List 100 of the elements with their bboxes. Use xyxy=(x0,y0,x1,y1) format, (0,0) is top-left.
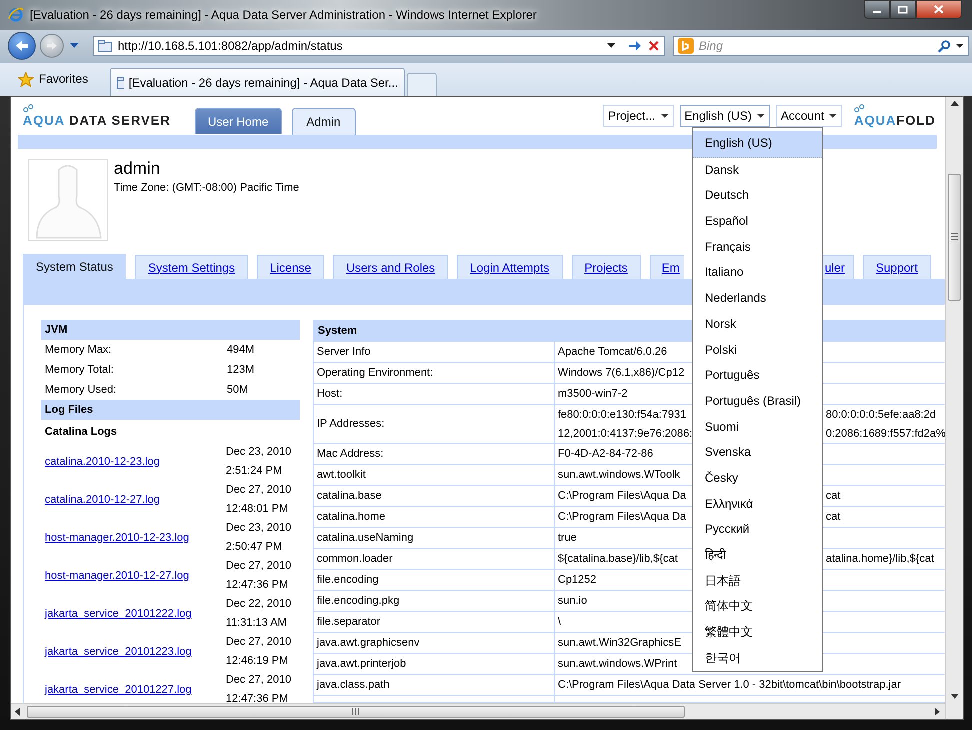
menu-select[interactable]: English (US) xyxy=(680,105,770,127)
log-file-link[interactable]: jakarta_service_20101223.log xyxy=(45,646,226,658)
language-option[interactable]: English (US) xyxy=(693,131,822,158)
search-field[interactable]: Bing xyxy=(699,38,933,54)
page-icon xyxy=(98,40,112,52)
scroll-thumb[interactable] xyxy=(948,174,961,301)
caret-icon[interactable] xyxy=(607,43,616,49)
log-date: Dec 22, 2010 xyxy=(226,597,292,612)
section-tab[interactable]: Projects xyxy=(572,255,641,279)
language-option[interactable]: Svenska xyxy=(693,440,822,466)
table-cell: m3500-win7-2 xyxy=(558,388,628,400)
table-cell: F0-4D-A2-84-72-86 xyxy=(558,448,654,460)
go-arrow-icon[interactable] xyxy=(628,40,642,52)
table-cell: C:\Program Files\Aqua Data Server 1.0 - 32bit\tomcat\bin\bootstrap.jar xyxy=(558,679,901,691)
up-arrow-icon[interactable] xyxy=(950,101,958,107)
menu-select[interactable]: Project... xyxy=(603,105,674,127)
search-box[interactable]: Bing xyxy=(673,36,969,56)
table-cell: java.class.path xyxy=(314,675,555,695)
section-tab[interactable]: System Settings xyxy=(135,255,248,279)
forward-button[interactable] xyxy=(40,34,64,58)
log-file-link[interactable]: host-manager.2010-12-27.log xyxy=(45,570,226,582)
language-option[interactable]: 日本語 xyxy=(693,568,822,594)
table-cell: awt.toolkit xyxy=(314,465,555,485)
language-option[interactable]: Português (Brasil) xyxy=(693,388,822,415)
table-cell: Mac Address: xyxy=(314,444,555,464)
minimize-button[interactable] xyxy=(864,0,890,19)
nav-tab[interactable]: Admin xyxy=(292,108,356,135)
vertical-scrollbar[interactable] xyxy=(945,97,963,719)
nav-tab[interactable]: User Home xyxy=(194,108,282,134)
log-file-link[interactable]: catalina.2010-12-27.log xyxy=(45,494,226,506)
language-option[interactable]: Português xyxy=(693,363,822,389)
table-cell: cat xyxy=(826,490,841,502)
stop-icon[interactable] xyxy=(648,40,660,52)
table-cell: file.encoding xyxy=(314,570,555,590)
log-file-link[interactable]: jakarta_service_20101222.log xyxy=(45,608,226,620)
language-option[interactable]: 简体中文 xyxy=(693,594,822,620)
log-time: 12:47:36 PM xyxy=(226,578,290,593)
table-cell: catalina.useNaming xyxy=(314,528,555,548)
favorites-button[interactable]: Favorites xyxy=(10,65,96,93)
horizontal-scrollbar[interactable] xyxy=(11,703,945,719)
section-tab[interactable]: Users and Roles xyxy=(333,255,448,279)
left-arrow-icon[interactable] xyxy=(15,708,21,716)
maximize-button[interactable] xyxy=(890,0,916,19)
language-option[interactable]: Deutsch xyxy=(693,183,822,210)
field-label: Memory Total: xyxy=(45,364,115,376)
log-date: Dec 27, 2010 xyxy=(226,483,292,498)
language-option[interactable]: Nederlands xyxy=(693,286,822,312)
log-time: 11:31:13 AM xyxy=(226,616,288,631)
log-date: Dec 23, 2010 xyxy=(226,521,292,536)
close-button[interactable] xyxy=(916,0,962,19)
language-option[interactable]: Русский xyxy=(693,517,822,543)
table-cell: catalina.base xyxy=(314,486,555,506)
language-option[interactable]: Dansk xyxy=(693,158,822,184)
field-value: 50M xyxy=(227,384,248,396)
log-file-link[interactable]: catalina.2010-12-23.log xyxy=(45,456,226,468)
language-option[interactable]: Česky xyxy=(693,466,822,492)
log-time: 12:47:36 PM xyxy=(226,692,290,704)
table-cell: 80:0:0:0:0:5efe:aa8:2d xyxy=(826,408,936,420)
table-cell: sun.awt.windows.WPrint xyxy=(558,658,678,670)
table-cell: sun.awt.windows.WToolk xyxy=(558,469,680,481)
log-file-link[interactable]: jakarta_service_20101227.log xyxy=(45,684,226,696)
field-value: 123M xyxy=(227,364,255,376)
log-date: Dec 27, 2010 xyxy=(226,635,292,650)
caret-icon xyxy=(829,114,838,118)
language-option[interactable]: Ελληνικά xyxy=(693,492,822,518)
scroll-thumb[interactable] xyxy=(27,706,685,718)
language-option[interactable]: Español xyxy=(693,209,822,235)
search-icon[interactable] xyxy=(938,40,951,52)
table-cell: atalina.home}/lib,${cat xyxy=(826,553,934,565)
language-option[interactable]: 한국어 xyxy=(693,646,822,672)
right-arrow-icon[interactable] xyxy=(935,708,941,716)
table-cell: Host: xyxy=(314,384,555,404)
log-date: Dec 27, 2010 xyxy=(226,673,292,688)
table-cell-text: C:\Program Files\Aqua Da xyxy=(558,511,688,523)
caret-icon[interactable] xyxy=(956,44,964,48)
table-cell: java.awt.graphicsenv xyxy=(314,633,555,653)
log-time: 12:46:19 PM xyxy=(226,654,290,669)
table-cell-text: C:\Program Files\Aqua Da xyxy=(558,490,688,502)
time-zone-text: Time Zone: (GMT:-08:00) Pacific Time xyxy=(114,182,300,194)
table-cell: IP Addresses: xyxy=(314,405,555,443)
grip-icon xyxy=(951,233,958,242)
section-tab[interactable]: Login Attempts xyxy=(457,255,563,279)
section-tab[interactable]: Em xyxy=(650,255,684,279)
language-option[interactable]: 繁體中文 xyxy=(693,620,822,646)
log-file-link[interactable]: host-manager.2010-12-23.log xyxy=(45,532,226,544)
back-arrow-icon xyxy=(15,40,29,52)
section-tab[interactable]: Support xyxy=(862,255,931,279)
down-arrow-icon[interactable] xyxy=(950,694,958,700)
log-group-label: Catalina Logs xyxy=(44,425,118,440)
language-option[interactable]: Suomi xyxy=(693,414,822,440)
table-cell: common.loader xyxy=(314,549,555,569)
menu-select[interactable]: Account xyxy=(776,105,842,127)
section-tab[interactable]: System Status xyxy=(23,254,126,279)
address-field[interactable]: http://10.168.5.101:8082/app/admin/status xyxy=(93,36,665,56)
language-option[interactable]: हिन्दी xyxy=(693,543,822,569)
browser-logo-icon xyxy=(8,7,24,23)
section-tab[interactable]: License xyxy=(257,255,324,279)
browser-tab[interactable]: [Evaluation - 26 days remaining] - Aqua Data Ser... xyxy=(110,68,406,96)
log-time: 2:50:47 PM xyxy=(226,540,284,555)
back-button[interactable] xyxy=(8,32,36,60)
